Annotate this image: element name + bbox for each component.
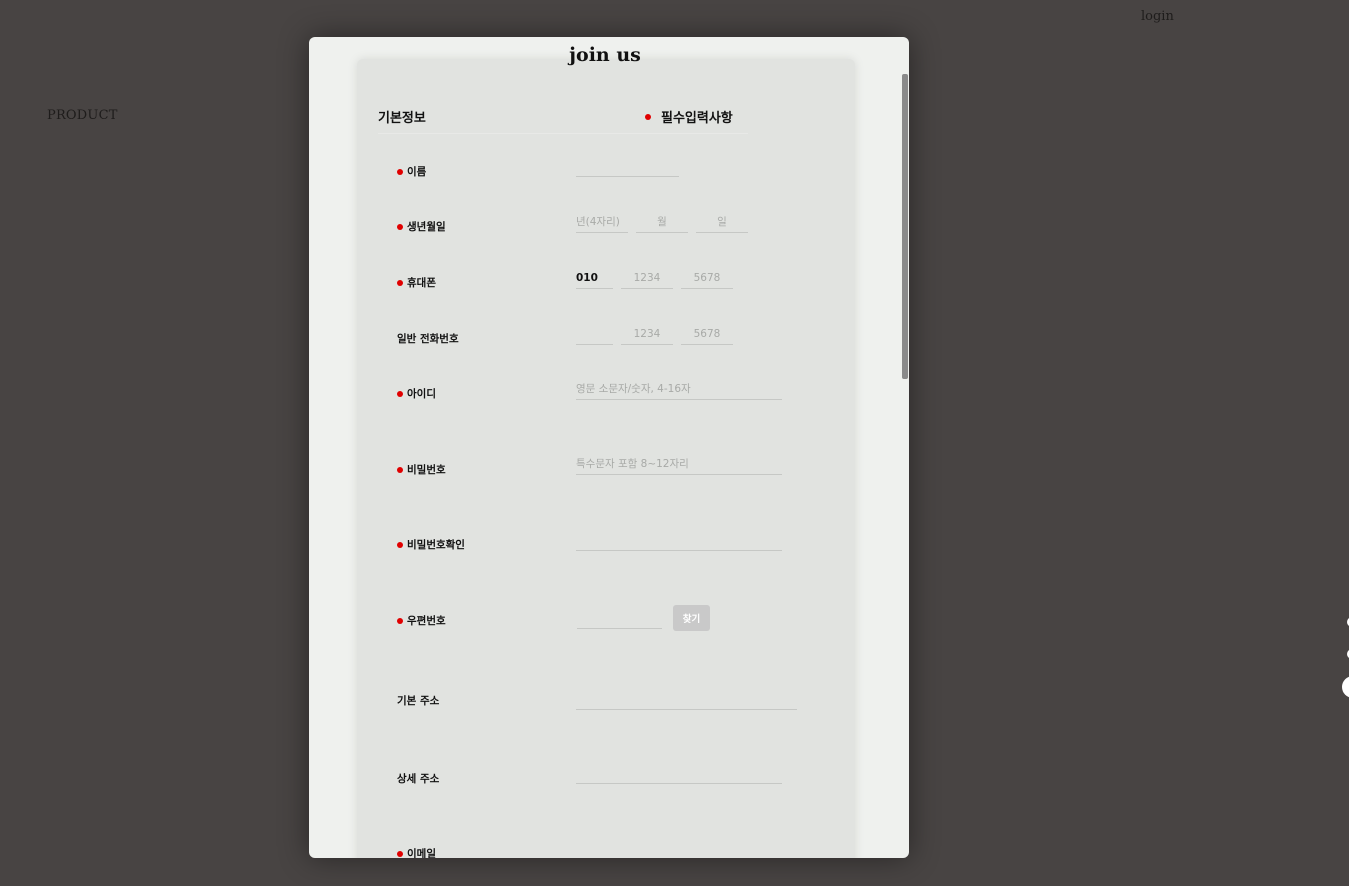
email-label-text: 이메일 — [407, 848, 436, 858]
phone-mid-input[interactable] — [621, 327, 673, 345]
birth-label-text: 생년월일 — [407, 221, 446, 233]
birth-month-input[interactable] — [636, 215, 688, 233]
address1-label-text: 기본 주소 — [397, 695, 440, 707]
password-label: 비밀번호 — [397, 462, 446, 477]
required-dot-icon — [397, 467, 403, 473]
required-dot-icon — [645, 113, 651, 120]
mobile-last-input[interactable] — [681, 271, 733, 289]
mobile-mid-input[interactable] — [621, 271, 673, 289]
section-divider — [378, 133, 748, 134]
mobile-label-text: 휴대폰 — [407, 277, 436, 289]
zipcode-label-text: 우편번호 — [407, 615, 446, 627]
birth-label: 생년월일 — [397, 219, 446, 234]
required-dot-icon — [397, 169, 403, 175]
nav-product-link[interactable]: PRODUCT — [47, 108, 118, 123]
required-dot-icon — [397, 542, 403, 548]
mobile-label: 휴대폰 — [397, 275, 436, 290]
required-dot-icon — [397, 391, 403, 397]
zipcode-input[interactable] — [577, 611, 662, 629]
name-input[interactable] — [576, 159, 679, 177]
required-dot-icon — [397, 851, 403, 857]
birth-year-input[interactable] — [576, 215, 628, 233]
required-note: 필수입력사항 — [645, 107, 733, 126]
password-label-text: 비밀번호 — [407, 464, 446, 476]
scrollbar-thumb[interactable] — [902, 74, 908, 379]
join-modal: join us 기본정보 필수입력사항 이름 생년월일 휴대폰 일반 전화번호 … — [309, 37, 909, 858]
phone-label-text: 일반 전화번호 — [397, 333, 459, 345]
zipcode-find-button[interactable]: 찾기 — [673, 605, 710, 631]
pagination-dot-active[interactable] — [1342, 676, 1349, 698]
password-confirm-label-text: 비밀번호확인 — [407, 539, 465, 551]
phone-label: 일반 전화번호 — [397, 331, 459, 346]
modal-title: join us — [569, 44, 641, 66]
userid-label-text: 아이디 — [407, 388, 436, 400]
email-label: 이메일 — [397, 846, 436, 858]
address2-label: 상세 주소 — [397, 771, 439, 786]
phone-prefix-input[interactable] — [576, 327, 613, 345]
phone-last-input[interactable] — [681, 327, 733, 345]
name-label-text: 이름 — [407, 166, 427, 178]
required-note-text: 필수입력사항 — [661, 111, 733, 126]
address1-label: 기본 주소 — [397, 693, 439, 708]
userid-label: 아이디 — [397, 386, 436, 401]
mobile-prefix-input[interactable] — [576, 271, 613, 289]
password-confirm-input[interactable] — [576, 533, 782, 551]
birth-day-input[interactable] — [696, 215, 748, 233]
required-dot-icon — [397, 224, 403, 230]
address2-label-text: 상세 주소 — [397, 773, 440, 785]
address1-input[interactable] — [576, 692, 797, 710]
password-input[interactable] — [576, 457, 782, 475]
name-label: 이름 — [397, 164, 426, 179]
password-confirm-label: 비밀번호확인 — [397, 537, 465, 552]
required-dot-icon — [397, 280, 403, 286]
section-title: 기본정보 — [378, 111, 426, 126]
login-link[interactable]: login — [1141, 9, 1174, 24]
required-dot-icon — [397, 618, 403, 624]
zipcode-label: 우편번호 — [397, 613, 446, 628]
userid-input[interactable] — [576, 382, 782, 400]
address2-input[interactable] — [576, 766, 782, 784]
